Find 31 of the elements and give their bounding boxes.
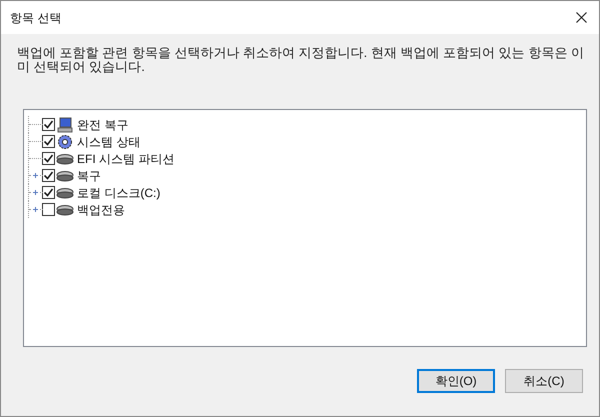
expand-icon[interactable] [32,172,39,179]
description-text: 백업에 포함할 관련 항목을 선택하거나 취소하여 지정합니다. 현재 백업에 포함되어 있는 항목은 이미 선택되어 있습니다. [16,44,585,74]
checkbox[interactable] [42,135,55,148]
checkbox[interactable] [42,186,55,199]
tree-item[interactable]: 복구 [75,166,101,184]
check-icon [43,119,54,130]
tree-item[interactable]: 시스템 상태 [75,132,140,150]
window-title: 항목 선택 [10,10,62,26]
check-icon [43,136,54,147]
checkbox[interactable] [42,118,55,131]
checkbox[interactable] [42,152,55,165]
expand-icon[interactable] [32,189,39,196]
computer-icon [57,116,73,132]
gear-icon [57,134,73,150]
close-icon[interactable] [576,12,587,23]
drive-icon [56,170,74,182]
checkbox[interactable] [42,169,55,182]
tree-item[interactable]: 완전 복구 [75,116,128,134]
cancel-button[interactable]: 취소(C) [505,369,583,393]
ok-button[interactable]: 확인(O) [417,369,495,393]
expand-icon[interactable] [32,206,39,213]
check-icon [43,170,54,181]
check-icon [43,187,54,198]
tree-item[interactable]: EFI 시스템 파티션 [75,150,174,168]
tree-item[interactable]: 백업전용 [75,200,125,218]
tree-item[interactable]: 로컬 디스크(C:) [75,184,160,202]
drive-icon [56,152,74,164]
drive-icon [56,186,74,198]
checkbox[interactable] [42,203,55,216]
drive-icon [56,204,74,216]
check-icon [43,153,54,164]
